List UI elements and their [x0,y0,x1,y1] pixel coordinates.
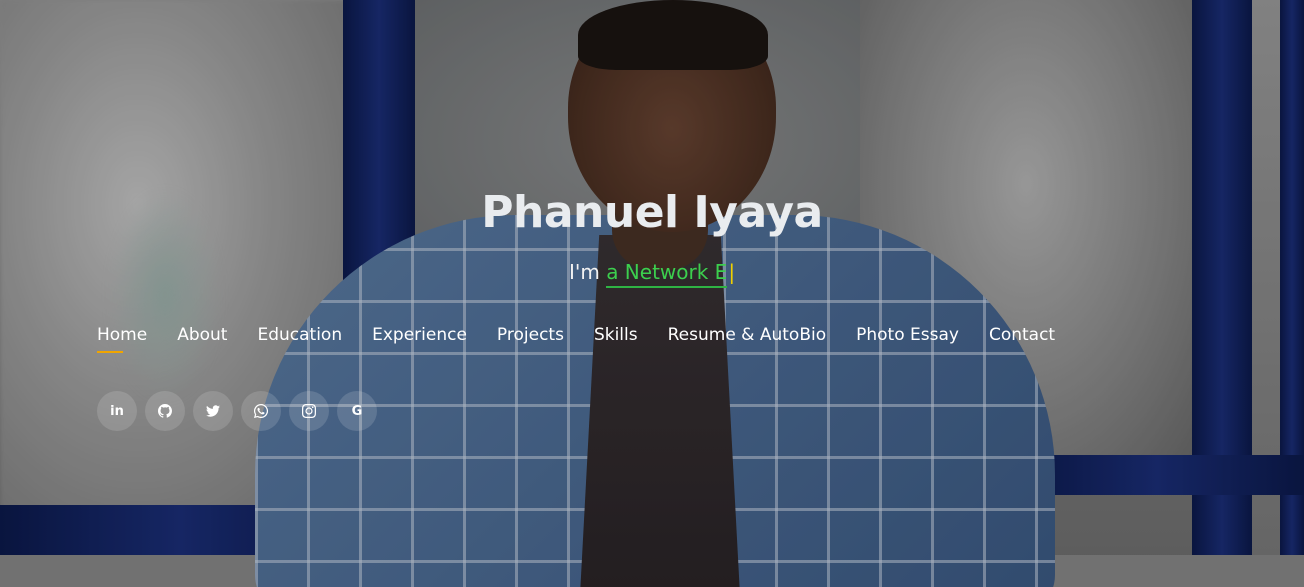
google-icon: G [351,403,363,419]
nav-item-about[interactable]: About [177,321,227,349]
github-icon [158,404,172,418]
whatsapp-link[interactable] [241,391,281,431]
github-link[interactable] [145,391,185,431]
nav-item-skills[interactable]: Skills [594,321,638,349]
whatsapp-icon [254,404,268,418]
instagram-link[interactable] [289,391,329,431]
social-links: in G [97,391,377,431]
nav-item-projects[interactable]: Projects [497,321,564,349]
typed-tagline: I'm a Network E| [0,257,1304,288]
typed-text: a Network E [606,260,728,288]
hero-overlay [0,0,1304,587]
main-navigation: Home About Education Experience Projects… [97,321,1055,353]
nav-item-resume-autobio[interactable]: Resume & AutoBio [668,321,826,349]
nav-item-contact[interactable]: Contact [989,321,1055,349]
twitter-link[interactable] [193,391,233,431]
google-link[interactable]: G [337,391,377,431]
nav-item-experience[interactable]: Experience [372,321,467,349]
linkedin-link[interactable]: in [97,391,137,431]
nav-item-home[interactable]: Home [97,321,147,353]
profile-name: Phanuel Iyaya [481,187,823,238]
hero-background [0,0,1304,587]
nav-item-education[interactable]: Education [257,321,342,349]
nav-item-photo-essay[interactable]: Photo Essay [856,321,959,349]
linkedin-icon: in [110,403,124,419]
typed-cursor: | [728,260,736,284]
twitter-icon [206,405,220,417]
typed-prefix: I'm [568,260,600,284]
instagram-icon [302,404,316,418]
